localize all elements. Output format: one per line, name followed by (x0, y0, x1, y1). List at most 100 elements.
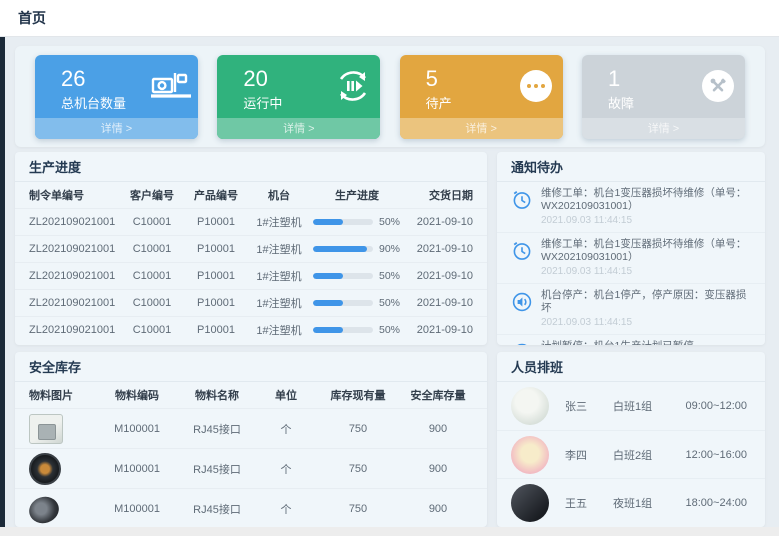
production-table-row: ZL202109021001 C10001 P10001 1#注塑机 90% 2… (15, 235, 487, 262)
shift-group: 白班2组 (613, 447, 679, 463)
delivery-date: 2021-09-10 (405, 270, 473, 282)
stock-quantity: 750 (313, 463, 403, 475)
product-number: P10001 (183, 324, 249, 336)
material-code: M100001 (99, 423, 175, 435)
material-unit: 个 (259, 461, 313, 477)
progress-fill (313, 273, 343, 279)
progress-percent: 90% (379, 243, 400, 255)
safety-quantity: 900 (403, 423, 473, 435)
detail-link[interactable]: 详情 > (648, 120, 679, 136)
shift-time: 18:00~24:00 (679, 497, 751, 509)
delivery-date: 2021-09-10 (405, 216, 473, 228)
progress-fill (313, 300, 343, 306)
order-number: ZL202109021001 (29, 216, 121, 228)
stock-table-row: M100001 RJ45接口 个 750 900 (15, 448, 487, 488)
product-number: P10001 (183, 216, 249, 228)
stat-value: 1 (608, 67, 691, 91)
notification-time: 2021.09.03 11:44:15 (541, 214, 753, 227)
safety-quantity: 900 (403, 463, 473, 475)
order-number: ZL202109021001 (29, 297, 121, 309)
avatar (511, 387, 549, 425)
notification-item[interactable]: 维修工单：机台1变压器损坏待维修（单号：WX202109031001） 2021… (497, 182, 765, 232)
delivery-date: 2021-09-10 (405, 297, 473, 309)
notification-text: 计划暂停：机台1生产计划已暂停 (541, 340, 753, 345)
progress-percent: 50% (379, 270, 400, 282)
product-number: P10001 (183, 297, 249, 309)
employee-name: 李四 (565, 447, 613, 463)
stat-value: 20 (243, 67, 326, 91)
collapsed-sidebar-edge (0, 30, 5, 527)
notification-item[interactable]: 机台停产：机台1停产，停产原因：变压器损坏 2021.09.03 11:44:1… (497, 283, 765, 334)
stat-label: 故障 (608, 93, 691, 112)
card-footer: 详情 > (35, 118, 198, 139)
notification-item[interactable]: 计划暂停：机台1生产计划已暂停 2021.09.03 11:44:15 (497, 334, 765, 345)
panel-title: 人员排班 (511, 357, 563, 376)
ellipsis-icon (509, 55, 563, 117)
machine-name: 1#注塑机 (249, 268, 309, 284)
personnel-schedule-panel: 人员排班 张三 白班1组 09:00~12:00 李四 白班2组 12:00~1… (497, 352, 765, 527)
progress-fill (313, 219, 343, 225)
schedule-list: 张三 白班1组 09:00~12:00 李四 白班2组 12:00~16:00 … (497, 382, 765, 526)
progress-percent: 50% (379, 216, 400, 228)
notifications-panel: 通知待办 维修工单：机台1变压器损坏待维修（单号：WX202109031001）… (497, 152, 765, 345)
material-image (29, 453, 61, 485)
machine-name: 1#注塑机 (249, 214, 309, 230)
notification-text: 机台停产：机台1停产，停产原因：变压器损坏 (541, 289, 753, 315)
stat-label: 待产 (426, 93, 509, 112)
notification-time: 2021.09.03 11:44:15 (541, 265, 753, 278)
progress-bar: 50% (309, 324, 405, 336)
avatar (511, 436, 549, 474)
notification-time: 2021.09.03 11:44:15 (541, 316, 753, 329)
stock-quantity: 750 (313, 423, 403, 435)
order-number: ZL202109021001 (29, 270, 121, 282)
card-footer: 详情 > (400, 118, 563, 139)
production-table-row: ZL202109021001 C10001 P10001 1#注塑机 50% 2… (15, 262, 487, 289)
material-image (29, 414, 63, 444)
stat-card-waiting[interactable]: 5 待产 详情 > (400, 55, 563, 139)
stock-table-body: M100001 RJ45接口 个 750 900 M100001 RJ45接口 … (15, 408, 487, 527)
product-number: P10001 (183, 270, 249, 282)
stat-value: 26 (61, 67, 144, 91)
delivery-date: 2021-09-10 (405, 243, 473, 255)
material-name: RJ45接口 (175, 461, 259, 477)
notification-text: 维修工单：机台1变压器损坏待维修（单号：WX202109031001） (541, 238, 753, 264)
material-unit: 个 (259, 421, 313, 437)
material-code: M100001 (99, 463, 175, 475)
stat-label: 运行中 (243, 93, 326, 112)
panel-title: 通知待办 (511, 157, 563, 176)
material-code: M100001 (99, 503, 175, 515)
safety-quantity: 900 (403, 503, 473, 515)
customer-number: C10001 (121, 216, 183, 228)
tools-icon (691, 55, 745, 117)
material-unit: 个 (259, 501, 313, 517)
stat-card-fault[interactable]: 1 故障 详情 > (582, 55, 745, 139)
running-icon (326, 55, 380, 117)
card-footer: 详情 > (217, 118, 380, 139)
machine-icon (144, 55, 198, 117)
order-number: ZL202109021001 (29, 243, 121, 255)
speaker-icon (511, 291, 533, 313)
production-table-header: 制令单编号 客户编号 产品编号 机台 生产进度 交货日期 (15, 182, 487, 208)
shift-group: 白班1组 (613, 398, 679, 414)
progress-percent: 50% (379, 324, 400, 336)
detail-link[interactable]: 详情 > (283, 120, 314, 136)
material-name: RJ45接口 (175, 421, 259, 437)
stat-card-total-machines[interactable]: 26 总机台数量 详情 > (35, 55, 198, 139)
detail-link[interactable]: 详情 > (465, 120, 496, 136)
stat-card-running[interactable]: 20 运行中 详情 > (217, 55, 380, 139)
machine-name: 1#注塑机 (249, 295, 309, 311)
customer-number: C10001 (121, 270, 183, 282)
progress-percent: 50% (379, 297, 400, 309)
production-table-body: ZL202109021001 C10001 P10001 1#注塑机 50% 2… (15, 208, 487, 343)
shift-time: 12:00~16:00 (679, 449, 751, 461)
clock-icon (511, 189, 533, 211)
notification-item[interactable]: 维修工单：机台1变压器损坏待维修（单号：WX202109031001） 2021… (497, 232, 765, 283)
page-title: 首页 (18, 8, 46, 28)
delivery-date: 2021-09-10 (405, 324, 473, 336)
stat-label: 总机台数量 (61, 93, 144, 112)
panel-title: 生产进度 (29, 157, 81, 176)
progress-bar: 50% (309, 270, 405, 282)
detail-link[interactable]: 详情 > (101, 120, 132, 136)
customer-number: C10001 (121, 243, 183, 255)
customer-number: C10001 (121, 324, 183, 336)
